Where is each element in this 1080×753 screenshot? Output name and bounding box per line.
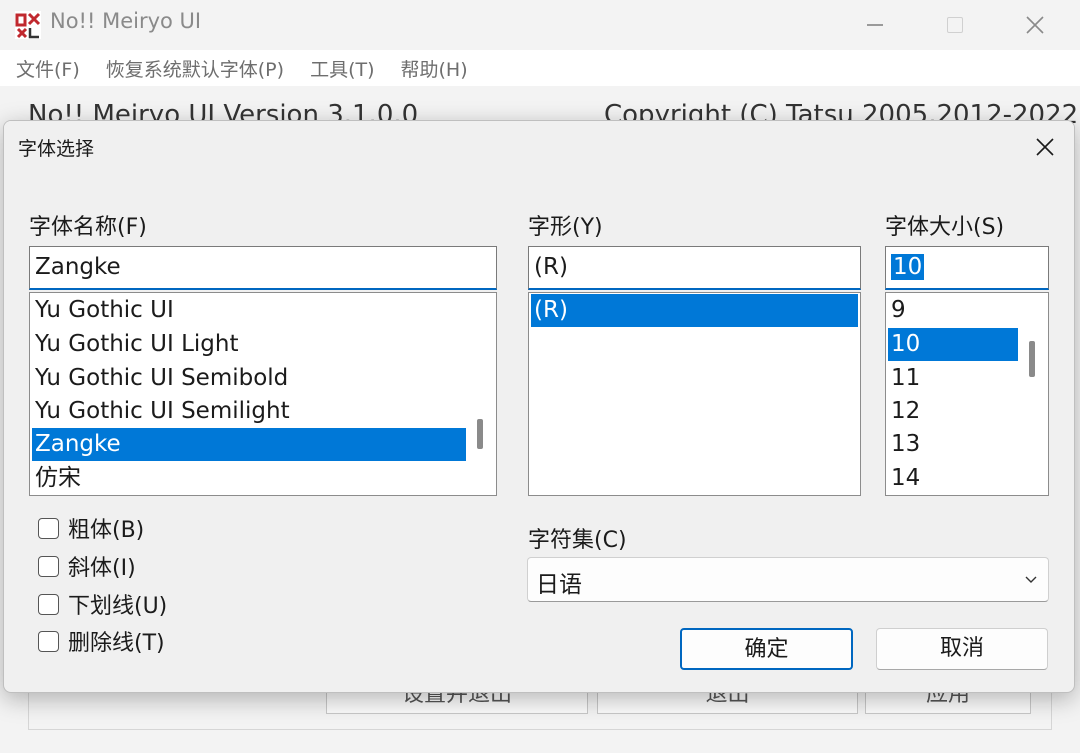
charset-label: 字符集(C) [528, 528, 627, 553]
list-item[interactable]: 11 [888, 362, 1018, 395]
italic-checkbox[interactable] [38, 555, 59, 577]
minimize-icon [867, 24, 883, 26]
italic-label: 斜体(I) [68, 556, 136, 581]
font-size-label: 字体大小(S) [885, 215, 1005, 240]
bold-checkbox-row[interactable]: 粗体(B) [38, 513, 144, 543]
font-list-scrollbar[interactable] [477, 419, 483, 449]
underline-checkbox[interactable] [38, 593, 59, 615]
charset-value: 日语 [536, 572, 582, 598]
font-style-label: 字形(Y) [528, 215, 603, 240]
list-item[interactable]: Yu Gothic UI Semibold [32, 362, 466, 395]
list-item-selected[interactable]: 10 [888, 328, 1018, 361]
strikeout-checkbox-row[interactable]: 删除线(T) [38, 626, 165, 656]
font-name-label: 字体名称(F) [29, 215, 147, 240]
strikeout-label: 删除线(T) [68, 631, 165, 656]
strikeout-checkbox[interactable] [38, 630, 59, 652]
font-style-input[interactable]: (R) [528, 246, 861, 290]
font-size-list[interactable]: 9 10 11 12 13 14 [885, 292, 1049, 496]
underline-label: 下划线(U) [68, 594, 168, 619]
menu-file[interactable]: 文件(F) [16, 55, 80, 82]
list-item-selected[interactable]: Zangke [32, 428, 466, 461]
list-item[interactable]: 12 [888, 395, 1018, 428]
font-size-input[interactable]: 10 [885, 246, 1049, 290]
list-item-selected[interactable]: (R) [531, 294, 858, 327]
list-item[interactable]: 仿宋 [32, 462, 466, 495]
list-item[interactable]: 14 [888, 462, 1018, 495]
font-size-value: 10 [891, 254, 925, 280]
dialog-close-button[interactable] [1026, 129, 1064, 165]
italic-checkbox-row[interactable]: 斜体(I) [38, 551, 136, 581]
list-item[interactable]: Yu Gothic UI Light [32, 328, 466, 361]
cancel-button[interactable]: 取消 [876, 628, 1048, 670]
minimize-button[interactable] [835, 0, 915, 50]
bold-checkbox[interactable] [38, 517, 59, 539]
dialog-titlebar: 字体选择 [4, 121, 1074, 173]
font-name-list[interactable]: Yu Gothic UI Yu Gothic UI Light Yu Gothi… [29, 292, 497, 496]
menubar: 文件(F) 恢复系统默认字体(P) 工具(T) 帮助(H) [0, 50, 1080, 86]
app-logo-icon [14, 10, 42, 40]
font-style-list[interactable]: (R) [528, 292, 861, 496]
size-list-scrollbar[interactable] [1029, 341, 1035, 377]
list-item[interactable]: 13 [888, 428, 1018, 461]
close-icon [1026, 16, 1044, 34]
menu-tools[interactable]: 工具(T) [310, 55, 374, 82]
bold-label: 粗体(B) [68, 518, 145, 543]
underline-checkbox-row[interactable]: 下划线(U) [38, 589, 167, 619]
main-titlebar: No!! Meiryo UI [0, 0, 1080, 50]
list-item[interactable]: Yu Gothic UI Semilight [32, 395, 466, 428]
dialog-title: 字体选择 [18, 138, 95, 160]
chevron-down-icon [1025, 576, 1037, 583]
app-title: No!! Meiryo UI [50, 9, 202, 33]
font-name-input[interactable]: Zangke [29, 246, 497, 290]
menu-restore-default-font[interactable]: 恢复系统默认字体(P) [106, 55, 284, 82]
list-item[interactable]: 9 [888, 294, 1018, 327]
close-icon [1036, 138, 1054, 156]
menu-help[interactable]: 帮助(H) [401, 55, 468, 82]
maximize-icon [947, 17, 963, 33]
list-item[interactable]: Yu Gothic UI [32, 294, 466, 327]
window-close-button[interactable] [995, 0, 1075, 50]
charset-select[interactable]: 日语 [527, 557, 1049, 602]
ok-button[interactable]: 确定 [680, 628, 853, 670]
font-select-dialog: 字体选择 字体名称(F) Zangke Yu Gothic UI Yu Goth… [3, 120, 1075, 693]
maximize-button[interactable] [915, 0, 995, 50]
